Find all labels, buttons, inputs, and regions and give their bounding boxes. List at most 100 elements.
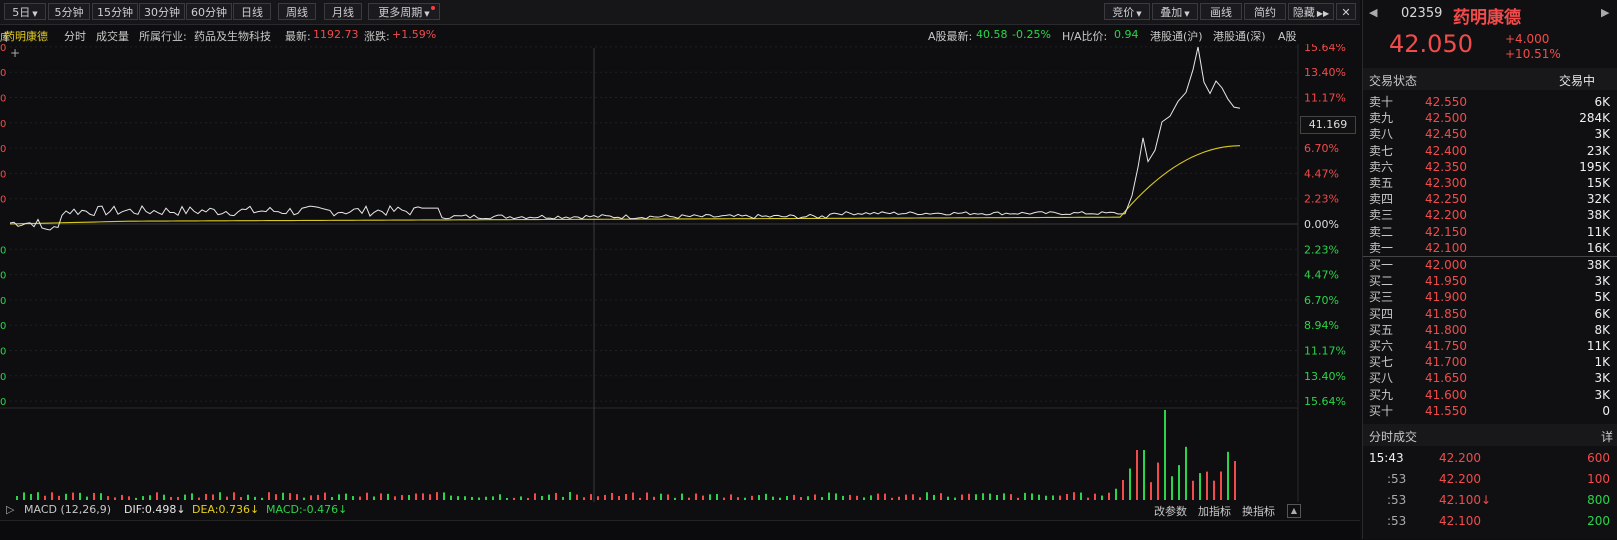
overlay-dropdown[interactable]: 叠加 ▼	[1152, 3, 1198, 20]
prev-stock-icon[interactable]: ◀	[1369, 6, 1377, 19]
orderbook-row[interactable]: 买八 41.650 3K	[1363, 370, 1617, 386]
volume-bar	[961, 494, 963, 500]
hide-button[interactable]: 隐藏 ▶▶	[1288, 3, 1334, 20]
volume-bar	[828, 492, 830, 500]
volume-bar	[898, 496, 900, 500]
orderbook-level-label: 买一	[1369, 258, 1394, 272]
add-indicator-link[interactable]: 加指标	[1198, 503, 1231, 519]
volume-bar	[149, 495, 151, 500]
orderbook-row[interactable]: 买九 41.600 3K	[1363, 387, 1617, 403]
orderbook-row[interactable]: 买二 41.950 3K	[1363, 273, 1617, 289]
period-60min-button[interactable]: 60分钟	[186, 3, 232, 20]
tick-row: 15:43 42.200 600	[1363, 450, 1617, 466]
volume-bar	[1150, 482, 1152, 500]
period-15min-button[interactable]: 15分钟	[92, 3, 138, 20]
macd-collapse-icon[interactable]: ▷	[6, 503, 14, 516]
orderbook-row[interactable]: 卖九 42.500 284K	[1363, 110, 1617, 126]
a-share-price: 40.58	[976, 28, 1008, 41]
timeshare-mode-label[interactable]: 分时	[64, 28, 86, 44]
orderbook-row[interactable]: 买五 41.800 8K	[1363, 322, 1617, 338]
a-share-caption: A股最新:	[928, 30, 973, 43]
chart-grid	[0, 44, 1299, 502]
orderbook-row[interactable]: 卖三 42.200 38K	[1363, 207, 1617, 223]
volume-label[interactable]: 成交量	[96, 28, 129, 44]
connect-sz-link[interactable]: 港股通(深)	[1213, 28, 1266, 44]
volume-bar	[485, 496, 487, 500]
orderbook-row[interactable]: 卖一 42.100 16K	[1363, 240, 1617, 256]
orderbook-row[interactable]: 卖六 42.350 195K	[1363, 159, 1617, 175]
volume-bar	[1185, 446, 1187, 500]
orderbook-row[interactable]: 买十 41.550 0	[1363, 403, 1617, 419]
volume-bar	[1094, 493, 1096, 500]
orderbook-price: 41.700	[1425, 355, 1467, 370]
volume-bar	[835, 493, 837, 500]
period-day-button[interactable]: 日线	[233, 3, 271, 20]
next-stock-icon[interactable]: ▶	[1601, 6, 1609, 19]
orderbook-row[interactable]: 买三 41.900 5K	[1363, 289, 1617, 305]
orderbook-row[interactable]: 买一 42.000 38K	[1363, 257, 1617, 273]
orderbook-price: 42.250	[1425, 192, 1467, 207]
auction-dropdown[interactable]: 竞价 ▼	[1104, 3, 1150, 20]
latest-caption: 最新:	[285, 30, 311, 43]
draw-line-button[interactable]: 画线	[1200, 3, 1242, 20]
orderbook-row[interactable]: 买六 41.750 11K	[1363, 338, 1617, 354]
orderbook-row[interactable]: 卖二 42.150 11K	[1363, 224, 1617, 240]
left-price-tick: 0	[0, 397, 6, 408]
timeshare-chart[interactable]: 2.23% 2.23% 0 0 4.47% 4.47% 0 0 6.70% 6.70% 0 0 8.94…	[0, 44, 1360, 539]
period-week-button[interactable]: 周线	[278, 3, 316, 20]
left-price-tick: 0	[0, 94, 6, 105]
volume-bar	[506, 497, 508, 500]
volume-bar	[107, 496, 109, 500]
volume-bar	[464, 496, 466, 500]
pct-tick-down: 2.23%	[1304, 243, 1339, 256]
volume-bar	[912, 494, 914, 500]
simple-mode-button[interactable]: 简约	[1244, 3, 1286, 20]
volume-bars	[16, 410, 1236, 500]
volume-bar	[72, 492, 74, 500]
orderbook-row[interactable]: 买四 41.850 6K	[1363, 306, 1617, 322]
volume-bar	[436, 492, 438, 500]
volume-bar	[450, 495, 452, 500]
volume-bar	[331, 497, 333, 500]
orderbook-row[interactable]: 卖八 42.450 3K	[1363, 126, 1617, 142]
orderbook-price: 41.550	[1425, 403, 1467, 418]
orderbook-row[interactable]: 卖四 42.250 32K	[1363, 191, 1617, 207]
industry-value[interactable]: 药品及生物科技	[194, 28, 271, 44]
volume-bar	[905, 494, 907, 500]
volume-bar	[814, 494, 816, 500]
period-30min-button[interactable]: 30分钟	[139, 3, 185, 20]
auction-label: 竞价	[1112, 6, 1135, 19]
volume-bar	[926, 492, 928, 500]
period-5min-button[interactable]: 5分钟	[48, 3, 90, 20]
macd-params[interactable]: MACD (12,26,9)	[24, 503, 111, 516]
period-5day-dropdown[interactable]: 5日 ▼	[4, 3, 46, 20]
orderbook-level-label: 卖七	[1369, 143, 1394, 158]
volume-bar	[142, 496, 144, 500]
tick-volume: 600	[1587, 451, 1610, 465]
orderbook-row[interactable]: 卖五 42.300 15K	[1363, 175, 1617, 191]
pct-tick-down: 15.64%	[1304, 395, 1346, 408]
orderbook-row[interactable]: 买七 41.700 1K	[1363, 354, 1617, 370]
orderbook-volume: 16K	[1586, 240, 1610, 255]
left-price-tick: 0	[0, 347, 6, 358]
volume-bar	[758, 495, 760, 500]
ticks-detail-button[interactable]: 详	[1601, 428, 1613, 445]
orderbook-price: 42.400	[1425, 143, 1467, 158]
orderbook-price: 41.600	[1425, 387, 1467, 402]
more-periods-dropdown[interactable]: 更多周期 ▼	[368, 3, 440, 20]
industry-caption: 所属行业:	[139, 30, 187, 43]
price-line	[9, 46, 1241, 231]
close-panel-button[interactable]: ✕	[1336, 3, 1356, 20]
switch-indicator-link[interactable]: 换指标	[1242, 503, 1275, 519]
orderbook-row[interactable]: 卖七 42.400 23K	[1363, 143, 1617, 159]
orderbook-level-label: 卖五	[1369, 176, 1394, 190]
orderbook-volume: 1K	[1594, 355, 1610, 370]
connect-sh-link[interactable]: 港股通(沪)	[1150, 28, 1203, 44]
edit-params-link[interactable]: 改参数	[1154, 503, 1187, 519]
a-share-link[interactable]: A股	[1278, 28, 1297, 44]
notification-dot-icon	[431, 6, 435, 10]
orderbook-row[interactable]: 卖十 42.550 6K	[1363, 94, 1617, 110]
volume-bar	[625, 494, 627, 500]
volume-bar	[660, 493, 662, 500]
period-month-button[interactable]: 月线	[324, 3, 362, 20]
